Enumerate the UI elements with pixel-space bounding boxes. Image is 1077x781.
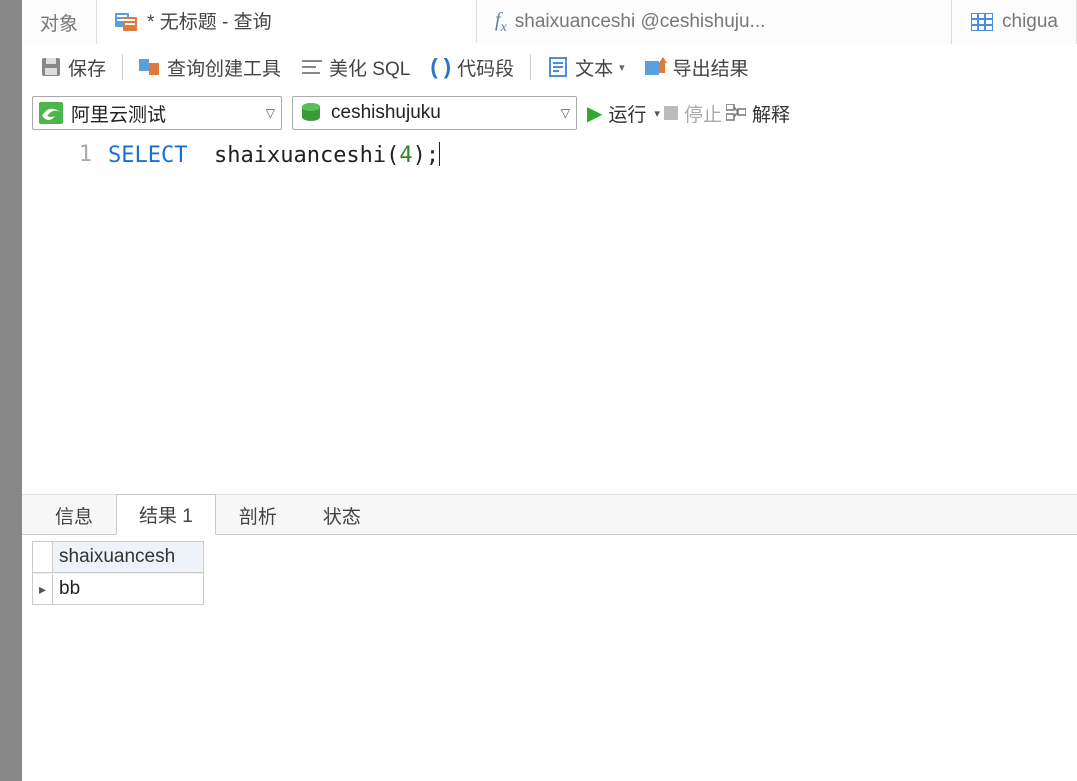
export-button[interactable]: 导出结果 [637, 50, 757, 85]
fx-icon: fx [495, 9, 507, 36]
column-header[interactable]: shaixuancesh [53, 542, 203, 572]
result-header-row: shaixuancesh [33, 542, 203, 573]
result-tab-strip: 信息 结果 1 剖析 状态 [22, 494, 1077, 534]
result-grid[interactable]: shaixuancesh ▸ bb [32, 541, 204, 605]
row-marker-icon: ▸ [33, 574, 53, 604]
tab-objects[interactable]: 对象 [22, 0, 97, 44]
export-icon [645, 56, 667, 78]
query-builder-button[interactable]: 查询创建工具 [131, 50, 289, 85]
tab-query-label: * 无标题 - 查询 [147, 7, 272, 34]
tab-status[interactable]: 状态 [300, 495, 384, 535]
result-area: shaixuancesh ▸ bb [22, 534, 1077, 781]
result-cell[interactable]: bb [53, 574, 203, 604]
tab-function[interactable]: fx shaixuanceshi @ceshishuju... [477, 0, 952, 44]
tab-chigua-label: chigua [1002, 11, 1058, 33]
run-label: 运行 [608, 100, 646, 127]
sql-function: shaixuanceshi [214, 143, 386, 168]
query-builder-icon [139, 56, 161, 78]
save-label: 保存 [68, 54, 106, 81]
explain-icon [726, 104, 746, 122]
tab-objects-label: 对象 [40, 9, 78, 36]
caret-icon: ▽ [561, 106, 570, 120]
save-icon [40, 56, 62, 78]
save-button[interactable]: 保存 [32, 50, 114, 85]
text-cursor [439, 142, 440, 166]
result-row[interactable]: ▸ bb [33, 573, 203, 604]
tab-query[interactable]: * 无标题 - 查询 [97, 0, 477, 44]
text-icon [547, 56, 569, 78]
paren-icon: ( ) [430, 54, 451, 80]
explain-label: 解释 [752, 100, 790, 127]
snippet-button[interactable]: ( ) 代码段 [422, 50, 522, 85]
query-icon [115, 10, 139, 32]
caret-icon: ▾ [654, 107, 660, 120]
snippet-label: 代码段 [457, 54, 514, 81]
export-label: 导出结果 [673, 54, 749, 81]
stop-icon [664, 106, 678, 120]
stop-label: 停止 [684, 100, 722, 127]
selector-row: 阿里云测试 ▽ ceshishujuku ▽ ▶ 运行 ▾ 停止 [22, 90, 1077, 136]
tab-chigua[interactable]: chigua [952, 0, 1077, 44]
database-icon [299, 102, 323, 124]
connection-select[interactable]: 阿里云测试 ▽ [32, 96, 282, 130]
connection-icon [39, 102, 63, 124]
tab-function-label: shaixuanceshi @ceshishuju... [515, 11, 766, 33]
close-paren: ) [413, 143, 426, 168]
line-number: 1 [22, 142, 92, 167]
code-area[interactable]: SELECT shaixuanceshi(4); [108, 136, 1077, 494]
open-paren: ( [386, 143, 399, 168]
beautify-button[interactable]: 美化 SQL [293, 50, 418, 85]
beautify-label: 美化 SQL [329, 54, 410, 81]
sql-keyword: SELECT [108, 143, 187, 168]
semicolon: ; [426, 143, 439, 168]
window-left-gutter [0, 0, 22, 781]
top-tab-strip: 对象 * 无标题 - 查询 fx shaixuanceshi @ceshishu… [22, 0, 1077, 44]
explain-button[interactable]: 解释 [726, 100, 790, 127]
run-button[interactable]: ▶ 运行 ▾ [587, 100, 660, 127]
separator [530, 54, 531, 80]
database-select[interactable]: ceshishujuku ▽ [292, 96, 577, 130]
line-gutter: 1 [22, 136, 108, 494]
sql-number: 4 [399, 143, 412, 168]
stop-button: 停止 [664, 100, 722, 127]
beautify-icon [301, 56, 323, 78]
query-builder-label: 查询创建工具 [167, 54, 281, 81]
toolbar: 保存 查询创建工具 美化 SQL ( ) 代码段 文本 ▾ [22, 44, 1077, 90]
connection-label: 阿里云测试 [71, 100, 258, 127]
dropdown-caret-icon: ▾ [619, 61, 625, 74]
tab-profile[interactable]: 剖析 [216, 495, 300, 535]
play-icon: ▶ [587, 101, 602, 126]
sql-editor[interactable]: 1 SELECT shaixuanceshi(4); [22, 136, 1077, 494]
tab-info[interactable]: 信息 [32, 495, 116, 535]
caret-icon: ▽ [266, 106, 275, 120]
database-label: ceshishujuku [331, 102, 553, 124]
text-label: 文本 [575, 54, 613, 81]
row-marker-header [33, 542, 53, 572]
text-button[interactable]: 文本 ▾ [539, 50, 633, 85]
tab-result[interactable]: 结果 1 [116, 494, 216, 535]
table-icon [970, 11, 994, 33]
separator [122, 54, 123, 80]
